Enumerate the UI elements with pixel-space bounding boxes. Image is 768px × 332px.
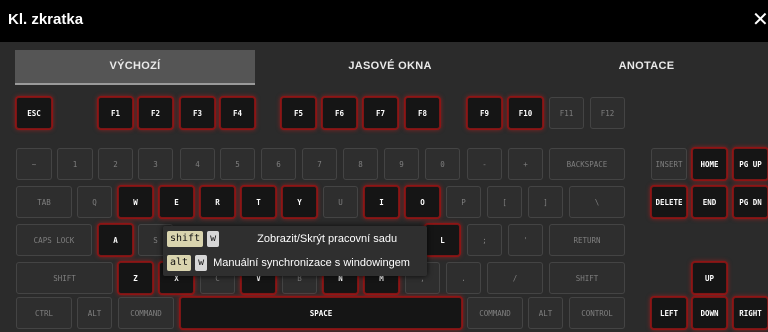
key-7[interactable]: 7 [302, 148, 337, 180]
key-a[interactable]: A [98, 224, 133, 256]
key-semicolon[interactable]: ; [467, 224, 502, 256]
key-slash[interactable]: / [487, 262, 543, 294]
key-alt-left[interactable]: ALT [77, 297, 112, 329]
key-l[interactable]: L [425, 224, 460, 256]
key-f7[interactable]: F7 [363, 97, 398, 129]
key-esc[interactable]: ESC [16, 97, 52, 129]
key-q[interactable]: Q [77, 186, 112, 218]
key-down[interactable]: DOWN [692, 297, 727, 329]
tab-annotations[interactable]: ANOTACE [525, 50, 768, 83]
key-period[interactable]: . [446, 262, 481, 294]
key-2[interactable]: 2 [98, 148, 133, 180]
key-8[interactable]: 8 [343, 148, 378, 180]
key-up[interactable]: UP [692, 262, 727, 294]
key-i[interactable]: I [364, 186, 399, 218]
key-f4[interactable]: F4 [220, 97, 255, 129]
key-9[interactable]: 9 [384, 148, 419, 180]
key-o[interactable]: O [405, 186, 440, 218]
tab-bar: VÝCHOZÍ JASOVÉ OKNA ANOTACE [0, 50, 768, 85]
key-shift-right[interactable]: SHIFT [549, 262, 625, 294]
key-4[interactable]: 4 [180, 148, 215, 180]
key-left-bracket[interactable]: [ [487, 186, 522, 218]
key-return[interactable]: RETURN [549, 224, 625, 256]
key-0[interactable]: 0 [425, 148, 460, 180]
key-plus[interactable]: + [508, 148, 543, 180]
key-insert[interactable]: INSERT [651, 148, 687, 180]
modifier-chip: alt [167, 255, 192, 271]
modifier-chip: shift [167, 231, 204, 247]
key-y[interactable]: Y [282, 186, 317, 218]
key-6[interactable]: 6 [261, 148, 296, 180]
key-f12[interactable]: F12 [590, 97, 625, 129]
key-chip: w [195, 255, 208, 271]
key-control[interactable]: CONTROL [569, 297, 625, 329]
key-minus[interactable]: - [467, 148, 502, 180]
key-t[interactable]: T [241, 186, 276, 218]
tooltip-row: alt w Manuální synchronizace s windowing… [167, 253, 410, 273]
key-right-bracket[interactable]: ] [528, 186, 563, 218]
title-bar: Kl. zkratka ✕ [0, 0, 768, 42]
key-backspace[interactable]: BACKSPACE [549, 148, 625, 180]
key-f8[interactable]: F8 [405, 97, 440, 129]
key-5[interactable]: 5 [220, 148, 255, 180]
tab-bright-windows[interactable]: JASOVÉ OKNA [270, 50, 510, 83]
key-f1[interactable]: F1 [98, 97, 133, 129]
key-delete[interactable]: DELETE [651, 186, 687, 218]
key-tilde[interactable]: ~ [16, 148, 52, 180]
key-1[interactable]: 1 [57, 148, 93, 180]
key-right[interactable]: RIGHT [733, 297, 768, 329]
key-f5[interactable]: F5 [281, 97, 316, 129]
key-r[interactable]: R [200, 186, 235, 218]
key-backslash[interactable]: \ [569, 186, 625, 218]
key-command-left[interactable]: COMMAND [118, 297, 174, 329]
tab-default[interactable]: VÝCHOZÍ [15, 50, 255, 85]
shortcut-tooltip: shift w Zobrazit/Skrýt pracovní sadu alt… [163, 226, 427, 276]
key-w[interactable]: W [118, 186, 153, 218]
shortcut-description: Zobrazit/Skrýt pracovní sadu [257, 233, 398, 245]
window-title: Kl. zkratka [8, 11, 84, 28]
key-u[interactable]: U [323, 186, 358, 218]
shortcut-description: Manuální synchronizace s windowingem [213, 257, 410, 269]
tooltip-row: shift w Zobrazit/Skrýt pracovní sadu [167, 229, 397, 249]
key-pg-up[interactable]: PG UP [733, 148, 768, 180]
key-f11[interactable]: F11 [549, 97, 584, 129]
key-end[interactable]: END [692, 186, 727, 218]
key-caps-lock[interactable]: CAPS LOCK [16, 224, 92, 256]
key-pg-dn[interactable]: PG DN [733, 186, 768, 218]
key-e[interactable]: E [159, 186, 194, 218]
key-p[interactable]: P [446, 186, 481, 218]
key-3[interactable]: 3 [138, 148, 173, 180]
key-f9[interactable]: F9 [467, 97, 502, 129]
key-space[interactable]: SPACE [180, 297, 462, 329]
key-tab[interactable]: TAB [16, 186, 72, 218]
key-alt-right[interactable]: ALT [528, 297, 563, 329]
key-f6[interactable]: F6 [322, 97, 357, 129]
key-z[interactable]: Z [118, 262, 153, 294]
key-command-right[interactable]: COMMAND [467, 297, 523, 329]
key-shift-left[interactable]: SHIFT [16, 262, 113, 294]
key-home[interactable]: HOME [692, 148, 727, 180]
key-quote[interactable]: ' [508, 224, 543, 256]
key-f3[interactable]: F3 [180, 97, 215, 129]
key-left[interactable]: LEFT [651, 297, 687, 329]
key-ctrl[interactable]: CTRL [16, 297, 72, 329]
close-icon[interactable]: ✕ [752, 6, 768, 36]
key-f2[interactable]: F2 [138, 97, 173, 129]
key-f10[interactable]: F10 [508, 97, 543, 129]
key-chip: w [207, 231, 220, 247]
